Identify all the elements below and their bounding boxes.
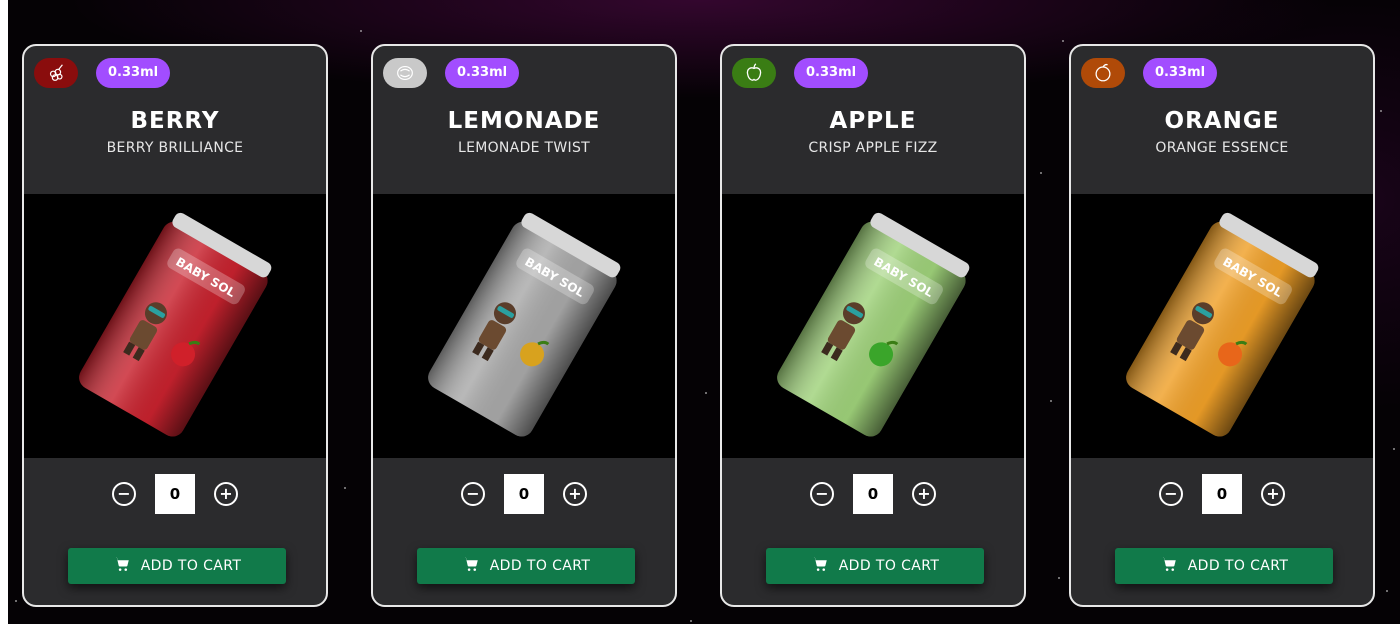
quantity-stepper: − 0 + <box>24 474 326 514</box>
quantity-input[interactable]: 0 <box>853 474 893 514</box>
star <box>360 30 362 32</box>
quantity-stepper: − 0 + <box>373 474 675 514</box>
product-card-lemonade: 0.33ml LEMONADE LEMONADE TWIST BABY SOL … <box>371 44 677 607</box>
add-to-cart-button[interactable]: ADD TO CART <box>68 548 286 584</box>
star <box>1380 110 1382 112</box>
product-image: BABY SOL <box>722 194 1024 458</box>
decrement-button[interactable]: − <box>810 482 834 506</box>
cart-icon <box>462 555 490 577</box>
quantity-input[interactable]: 0 <box>504 474 544 514</box>
decrement-button[interactable]: − <box>461 482 485 506</box>
flavor-subtitle: BERRY BRILLIANCE <box>106 140 244 156</box>
flavor-name: ORANGE <box>1164 108 1280 134</box>
size-badge: 0.33ml <box>445 58 520 88</box>
flavor-subtitle: LEMONADE TWIST <box>457 140 591 156</box>
increment-button[interactable]: + <box>563 482 587 506</box>
star <box>1062 40 1064 42</box>
flavor-subtitle: CRISP APPLE FIZZ <box>808 140 938 156</box>
quantity-input[interactable]: 0 <box>155 474 195 514</box>
add-to-cart-label: ADD TO CART <box>140 558 242 574</box>
product-image: BABY SOL <box>1071 194 1373 458</box>
cart-icon <box>1160 555 1188 577</box>
increment-button[interactable]: + <box>1261 482 1285 506</box>
increment-button[interactable]: + <box>912 482 936 506</box>
decrement-button[interactable]: − <box>112 482 136 506</box>
star <box>15 600 17 602</box>
left-edge-bar <box>0 0 8 624</box>
size-badge: 0.33ml <box>96 58 171 88</box>
star <box>344 487 346 489</box>
star <box>705 392 707 394</box>
product-image: BABY SOL <box>24 194 326 458</box>
quantity-stepper: − 0 + <box>722 474 1024 514</box>
add-to-cart-label: ADD TO CART <box>489 558 591 574</box>
size-badge: 0.33ml <box>794 58 869 88</box>
orange-icon <box>1081 58 1125 88</box>
product-card-apple: 0.33ml APPLE CRISP APPLE FIZZ BABY SOL −… <box>720 44 1026 607</box>
decrement-button[interactable]: − <box>1159 482 1183 506</box>
quantity-stepper: − 0 + <box>1071 474 1373 514</box>
flavor-name: APPLE <box>829 108 917 134</box>
flavor-subtitle: ORANGE ESSENCE <box>1155 140 1289 156</box>
increment-button[interactable]: + <box>214 482 238 506</box>
size-badge: 0.33ml <box>1143 58 1218 88</box>
apple-icon <box>732 58 776 88</box>
star <box>1393 448 1395 450</box>
add-to-cart-label: ADD TO CART <box>1187 558 1289 574</box>
star <box>1040 172 1042 174</box>
lemon-icon <box>383 58 427 88</box>
add-to-cart-label: ADD TO CART <box>838 558 940 574</box>
product-card-berry: 0.33ml BERRY BERRY BRILLIANCE BABY SOL −… <box>22 44 328 607</box>
flavor-name: LEMONADE <box>447 108 601 134</box>
star <box>690 620 692 622</box>
add-to-cart-button[interactable]: ADD TO CART <box>1115 548 1333 584</box>
cart-icon <box>113 555 141 577</box>
add-to-cart-button[interactable]: ADD TO CART <box>417 548 635 584</box>
product-image: BABY SOL <box>373 194 675 458</box>
product-card-orange: 0.33ml ORANGE ORANGE ESSENCE BABY SOL − … <box>1069 44 1375 607</box>
star <box>1386 590 1388 592</box>
berry-icon <box>34 58 78 88</box>
quantity-input[interactable]: 0 <box>1202 474 1242 514</box>
star <box>1050 400 1052 402</box>
add-to-cart-button[interactable]: ADD TO CART <box>766 548 984 584</box>
star <box>1058 577 1060 579</box>
cart-icon <box>811 555 839 577</box>
flavor-name: BERRY <box>130 108 220 134</box>
